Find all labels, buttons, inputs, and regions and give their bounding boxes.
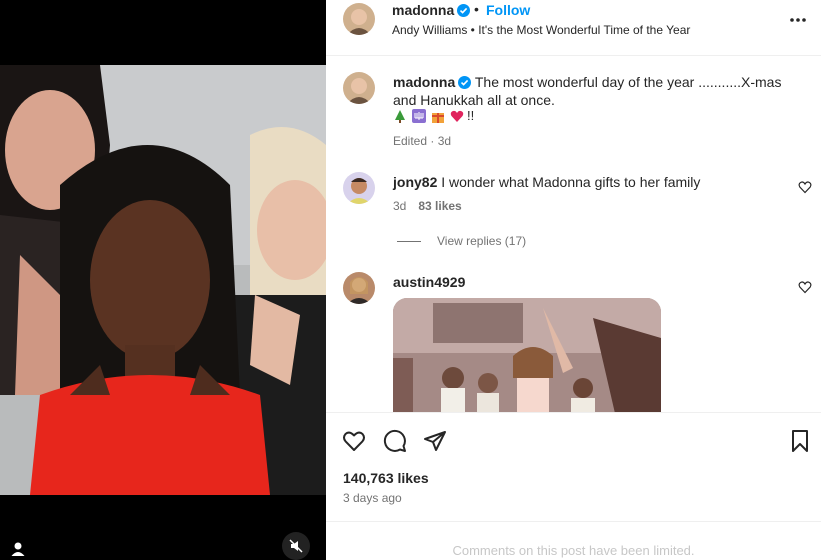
caption-emojis: !! bbox=[393, 108, 474, 123]
bookmark-icon bbox=[792, 430, 808, 452]
post-header: madonna • Follow Andy Williams • It's th… bbox=[326, 0, 821, 56]
view-replies-button[interactable]: View replies (17) bbox=[397, 234, 526, 248]
replies-divider bbox=[397, 240, 421, 242]
comment-gif[interactable] bbox=[393, 298, 661, 412]
heart-icon bbox=[450, 109, 464, 123]
more-options-button[interactable] bbox=[788, 10, 808, 30]
like-comment-button[interactable] bbox=[798, 180, 812, 194]
share-button[interactable] bbox=[423, 429, 447, 453]
verified-icon bbox=[457, 4, 471, 17]
post-date[interactable]: 3 days ago bbox=[343, 491, 402, 505]
header-separator: • bbox=[474, 1, 479, 17]
comments-limited-notice: Comments on this post have been limited. bbox=[326, 521, 821, 560]
comment-text: jony82 I wonder what Madonna gifts to he… bbox=[393, 174, 700, 190]
heart-icon bbox=[343, 431, 365, 451]
comment-icon bbox=[383, 429, 406, 452]
christmas-tree-icon bbox=[393, 109, 407, 123]
mute-icon bbox=[289, 539, 303, 553]
comment-button[interactable] bbox=[383, 429, 407, 453]
tagged-user-icon[interactable] bbox=[9, 540, 27, 558]
send-icon bbox=[424, 431, 446, 451]
commenter-avatar[interactable] bbox=[343, 172, 375, 204]
comments-list[interactable]: madonna The most wonderful day of the ye… bbox=[326, 57, 821, 412]
author-username[interactable]: madonna bbox=[392, 2, 471, 18]
like-comment-button[interactable] bbox=[798, 280, 812, 294]
heart-outline-icon bbox=[798, 181, 812, 194]
verified-icon bbox=[458, 76, 472, 89]
like-button[interactable] bbox=[342, 429, 366, 453]
menorah-icon bbox=[412, 108, 426, 123]
comment-body: I wonder what Madonna gifts to her famil… bbox=[441, 174, 701, 190]
post-panel: madonna • Follow Andy Williams • It's th… bbox=[326, 0, 821, 560]
caption-text: madonna The most wonderful day of the ye… bbox=[393, 73, 798, 109]
view-replies-label: View replies (17) bbox=[437, 234, 527, 248]
caption-emoji-suffix: !! bbox=[467, 108, 475, 123]
comment-username[interactable]: austin4929 bbox=[393, 274, 465, 290]
commenter-avatar[interactable] bbox=[343, 272, 375, 304]
post-photo bbox=[0, 65, 326, 495]
caption-username[interactable]: madonna bbox=[393, 74, 455, 90]
comment-age: 3d bbox=[393, 199, 407, 213]
caption-meta: Edited · 3d bbox=[393, 134, 452, 148]
post-actions: 140,763 likes 3 days ago bbox=[326, 412, 821, 522]
comment-meta: 3d 83 likes bbox=[393, 199, 462, 213]
follow-button[interactable]: Follow bbox=[486, 2, 530, 18]
gift-icon bbox=[431, 109, 445, 123]
likes-count[interactable]: 140,763 likes bbox=[343, 470, 429, 486]
author-avatar[interactable] bbox=[343, 3, 375, 35]
more-icon bbox=[790, 18, 806, 22]
mute-button[interactable] bbox=[282, 532, 310, 560]
heart-outline-icon bbox=[798, 281, 812, 294]
audio-attribution[interactable]: Andy Williams • It's the Most Wonderful … bbox=[392, 23, 690, 37]
save-button[interactable] bbox=[788, 429, 812, 453]
comment-username[interactable]: jony82 bbox=[393, 174, 437, 190]
post-media[interactable] bbox=[0, 0, 326, 560]
caption-avatar[interactable] bbox=[343, 72, 375, 104]
comment-likes[interactable]: 83 likes bbox=[418, 199, 461, 213]
